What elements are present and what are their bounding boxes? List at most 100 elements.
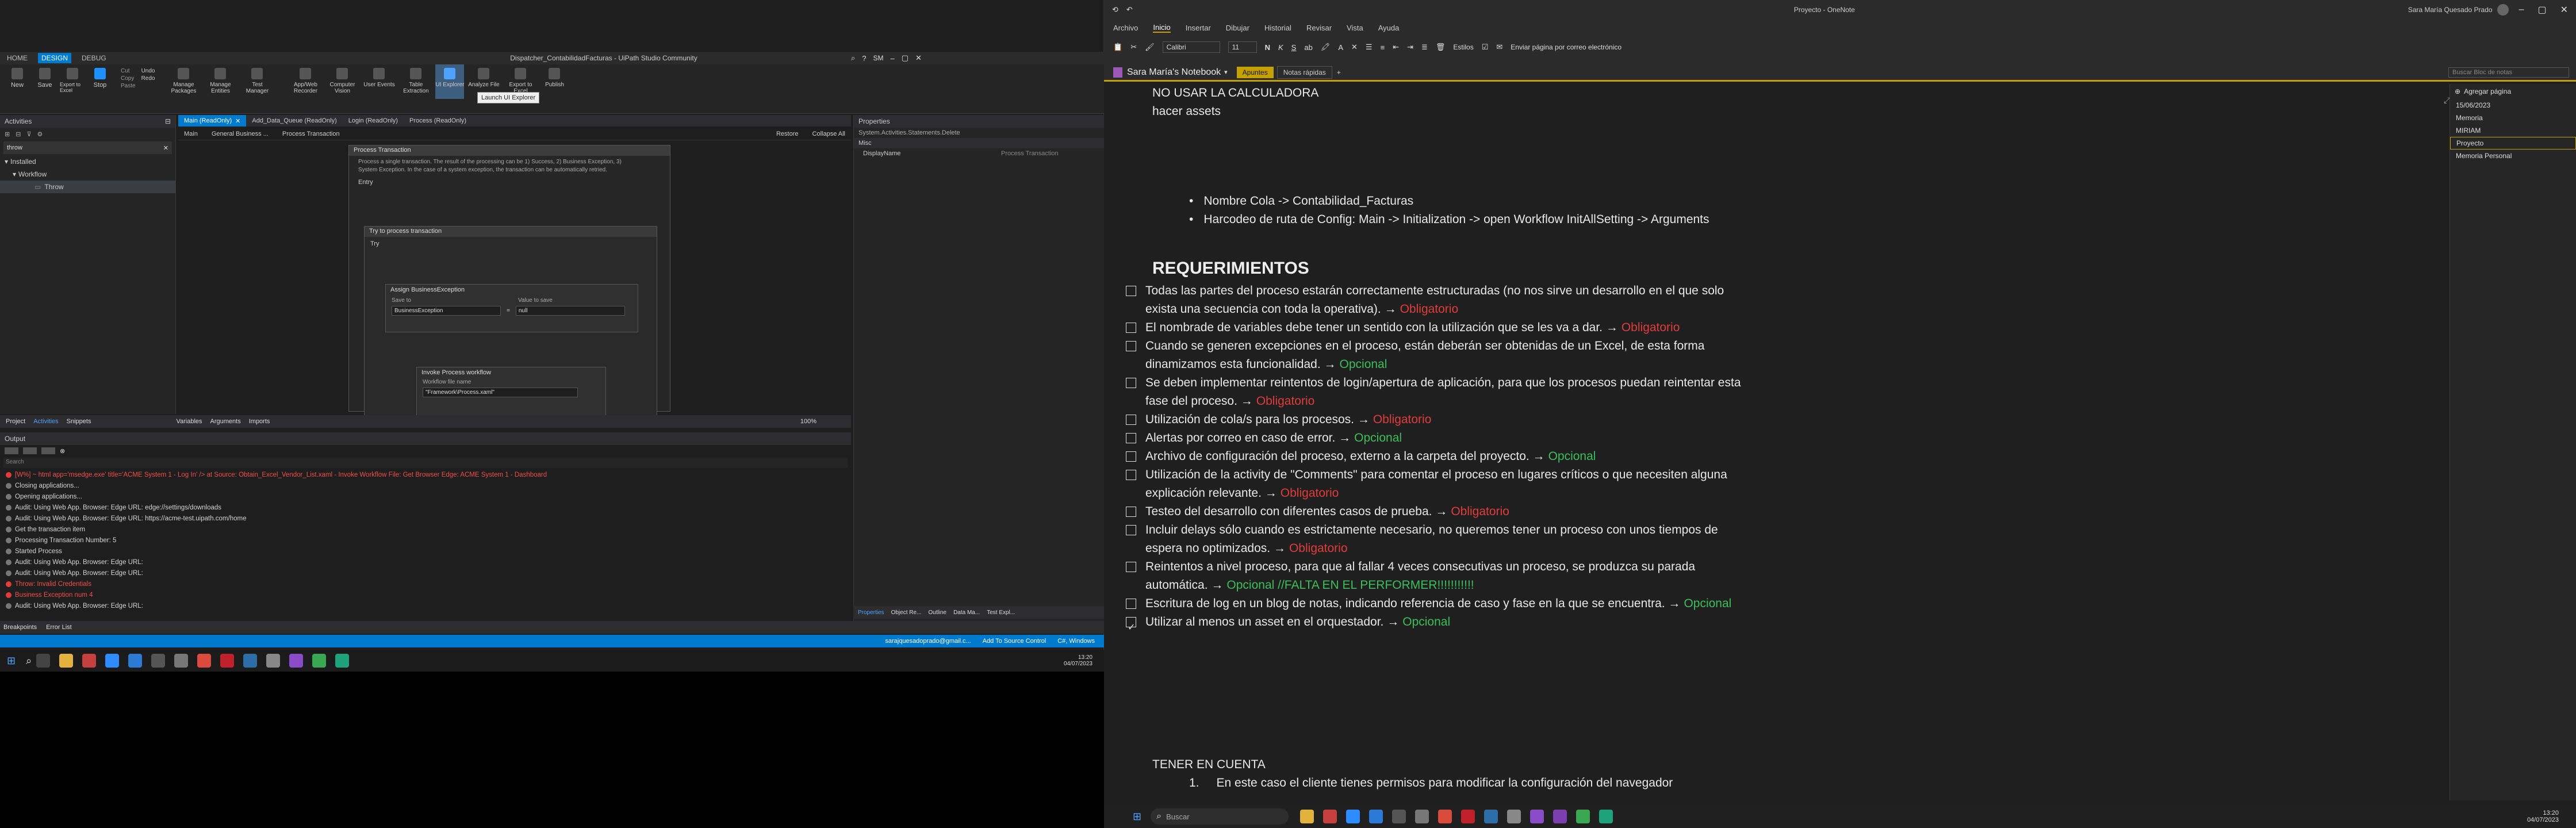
todo-checkbox[interactable] [1126, 470, 1136, 480]
recorder-button[interactable]: App/Web Recorder [288, 64, 323, 94]
chrome-icon[interactable] [197, 654, 212, 668]
tag-icon[interactable]: ☑ [1482, 43, 1489, 52]
user-name[interactable]: Sara María Quesado Prado [2408, 6, 2493, 14]
tab-imports[interactable]: Imports [249, 418, 270, 425]
app-icon[interactable] [1415, 810, 1429, 823]
save-to-input[interactable]: BusinessException [392, 306, 501, 316]
tab-error-list[interactable]: Error List [46, 624, 72, 631]
tab-outline[interactable]: Outline [928, 610, 946, 616]
tab-snippets[interactable]: Snippets [67, 418, 91, 425]
property-row[interactable]: DisplayName Process Transaction [854, 148, 1104, 159]
todo-checkbox[interactable] [1126, 433, 1136, 443]
email-page-button[interactable]: Enviar página por correo electrónico [1511, 43, 1621, 51]
app-icon[interactable] [312, 654, 327, 668]
steam-icon[interactable] [151, 654, 166, 668]
windows-start-icon[interactable]: ⊞ [1133, 811, 1141, 823]
app-icon[interactable] [1576, 810, 1590, 823]
undo-icon[interactable]: ↶ [1126, 5, 1133, 14]
maximize-icon[interactable]: ▢ [902, 53, 908, 63]
font-size-select[interactable]: 11 [1228, 41, 1257, 53]
close-icon[interactable]: ✕ [235, 117, 240, 125]
todo-checkbox[interactable] [1126, 378, 1136, 388]
clear-format-icon[interactable]: ✕ [1351, 43, 1358, 52]
tab-login[interactable]: Login (ReadOnly) [343, 115, 404, 126]
app-icon[interactable] [1323, 810, 1337, 823]
notebook-selector[interactable]: Sara María's Notebook [1127, 67, 1221, 78]
font-color-icon[interactable]: A [1338, 43, 1343, 52]
outdent-icon[interactable]: ⇤ [1393, 43, 1399, 52]
menu-archivo[interactable]: Archivo [1113, 24, 1138, 32]
tab-properties[interactable]: Properties [858, 610, 884, 616]
menu-dibujar[interactable]: Dibujar [1226, 24, 1249, 32]
taskbar-search[interactable]: ⌕ Buscar [1151, 808, 1289, 825]
page-content[interactable]: ⤢ NO USAR LA CALCULADORA hacer assets • N… [1104, 84, 2450, 800]
italic-icon[interactable]: K [1278, 43, 1283, 52]
file-explorer-icon[interactable] [59, 654, 74, 668]
numbering-icon[interactable]: ≡ [1381, 43, 1385, 52]
close-icon[interactable]: ✕ [915, 53, 922, 63]
tab-main[interactable]: Main (ReadOnly) ✕ [178, 115, 247, 126]
todo-checkbox[interactable] [1126, 341, 1136, 351]
table-extraction-button[interactable]: Table Extraction [398, 64, 433, 94]
designer-canvas[interactable]: Process Transaction Process a single tra… [178, 141, 851, 416]
paste-button[interactable]: Paste [121, 83, 136, 89]
vscode-icon[interactable] [128, 654, 143, 668]
add-page-button[interactable]: ⊕ Agregar página [2450, 84, 2576, 99]
paste-icon[interactable]: 📋 [1113, 43, 1122, 52]
activities-search[interactable]: throw ✕ [3, 141, 172, 154]
page-item[interactable]: 15/06/2023 [2450, 99, 2576, 112]
cut-icon[interactable]: ✂ [1130, 43, 1137, 52]
tab-activities[interactable]: Activities [33, 418, 58, 425]
filter-icon[interactable] [41, 447, 55, 454]
analyze-file-button[interactable]: Analyze File [466, 64, 501, 88]
new-button[interactable]: New [5, 64, 30, 89]
process-transaction-card[interactable]: Process Transaction Process a single tra… [348, 145, 670, 416]
opera-icon[interactable] [220, 654, 235, 668]
email-icon[interactable]: ✉ [1496, 43, 1502, 52]
todo-checkbox[interactable] [1126, 599, 1136, 609]
app-icon[interactable] [266, 654, 281, 668]
todo-checkbox[interactable] [1126, 415, 1136, 425]
menu-tab-debug[interactable]: DEBUG [82, 54, 106, 62]
help-icon[interactable]: ? [862, 54, 866, 63]
close-icon[interactable]: ✕ [2560, 4, 2568, 16]
todo-checkbox[interactable] [1126, 323, 1136, 333]
clear-icon[interactable]: ✕ [163, 144, 168, 152]
taskbar-search-input[interactable]: Buscar [1166, 812, 1189, 821]
app-icon[interactable] [1507, 810, 1521, 823]
delete-icon[interactable]: 🗑 [1436, 43, 1446, 52]
user-initials[interactable]: SM [873, 54, 884, 62]
expand-icon[interactable]: ⤢ [2444, 95, 2450, 105]
filter-icon[interactable] [5, 447, 18, 454]
menu-insertar[interactable]: Insertar [1186, 24, 1211, 32]
section-tab-notas-rapidas[interactable]: Notas rápidas [1276, 66, 1332, 79]
page-item[interactable]: MIRIAM [2450, 124, 2576, 137]
tree-item-throw[interactable]: ▭ Throw [0, 181, 175, 193]
avatar[interactable] [2497, 4, 2509, 16]
zoom-level[interactable]: 100% [800, 418, 816, 425]
menu-inicio[interactable]: Inicio [1153, 23, 1171, 33]
edge-icon[interactable] [335, 654, 350, 668]
zoom-icon[interactable] [105, 654, 120, 668]
stop-button[interactable]: Stop [87, 64, 113, 89]
computer-vision-button[interactable]: Computer Vision [325, 64, 359, 94]
zoom-icon[interactable] [1346, 810, 1360, 823]
tab-arguments[interactable]: Arguments [210, 418, 241, 425]
font-name-select[interactable]: Calibri [1162, 41, 1220, 53]
tab-breakpoints[interactable]: Breakpoints [3, 624, 37, 631]
breadcrumb-item[interactable]: General Business ... [212, 131, 269, 137]
menu-tab-home[interactable]: HOME [7, 54, 28, 62]
workflow-input[interactable]: "Framework\Process.xaml" [423, 388, 578, 397]
visual-studio-icon[interactable] [1530, 810, 1544, 823]
activities-search-input[interactable]: throw [7, 144, 22, 151]
invoke-activity[interactable]: Invoke Process workflow Workflow file na… [416, 367, 606, 416]
breadcrumb-item[interactable]: Main [184, 131, 198, 137]
edge-icon[interactable] [1599, 810, 1613, 823]
todo-checkbox[interactable] [1126, 525, 1136, 535]
onenote-icon[interactable] [1553, 810, 1567, 823]
back-icon[interactable]: ⟲ [1112, 5, 1118, 14]
page-item-selected[interactable]: Proyecto [2450, 137, 2576, 150]
menu-ayuda[interactable]: Ayuda [1378, 24, 1400, 32]
tab-object-repository[interactable]: Object Re... [891, 610, 922, 616]
filter-icon[interactable]: ⊽ [26, 131, 31, 138]
